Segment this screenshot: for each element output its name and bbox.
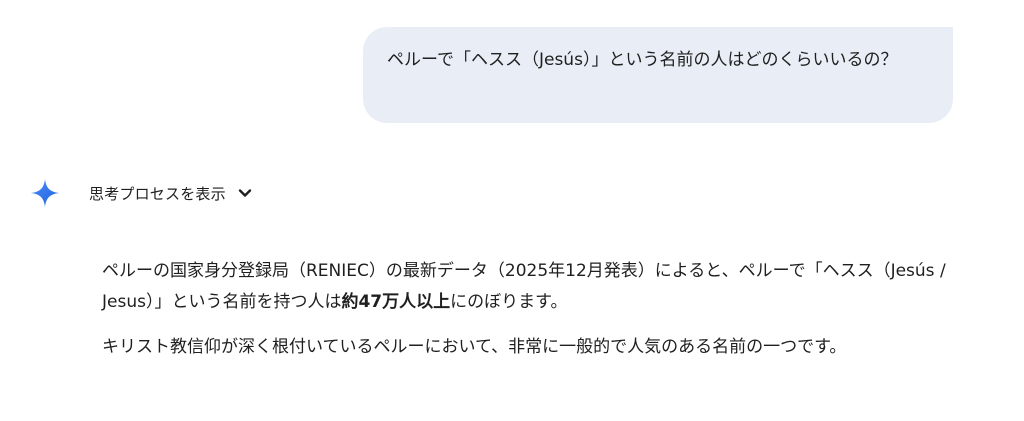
response-bold-figure: 約47万人以上 xyxy=(341,292,451,312)
user-message-bubble: ペルーで「ヘスス（Jesús）」という名前の人はどのくらいいるの？ xyxy=(363,27,953,123)
show-thinking-toggle[interactable]: 思考プロセスを表示 xyxy=(89,183,252,204)
sparkle-icon xyxy=(31,179,59,207)
assistant-response: ペルーの国家身分登録局（RENIEC）の最新データ（2025年12月発表）による… xyxy=(102,256,952,377)
response-paragraph-2: キリスト教信仰が深く根付いているペルーにおいて、非常に一般的で人気のある名前の一… xyxy=(102,337,847,357)
response-paragraph-1: ペルーの国家身分登録局（RENIEC）の最新データ（2025年12月発表）による… xyxy=(102,256,952,318)
user-message-text: ペルーで「ヘスス（Jesús）」という名前の人はどのくらいいるの？ xyxy=(387,50,898,70)
show-thinking-label: 思考プロセスを表示 xyxy=(89,184,226,203)
chevron-down-icon xyxy=(238,189,252,197)
chat-page: ペルーで「ヘスス（Jesús）」という名前の人はどのくらいいるの？ 思考プロセス… xyxy=(0,0,1024,421)
response-header: 思考プロセスを表示 xyxy=(30,176,252,210)
response-text: にのぼります。 xyxy=(450,292,568,312)
